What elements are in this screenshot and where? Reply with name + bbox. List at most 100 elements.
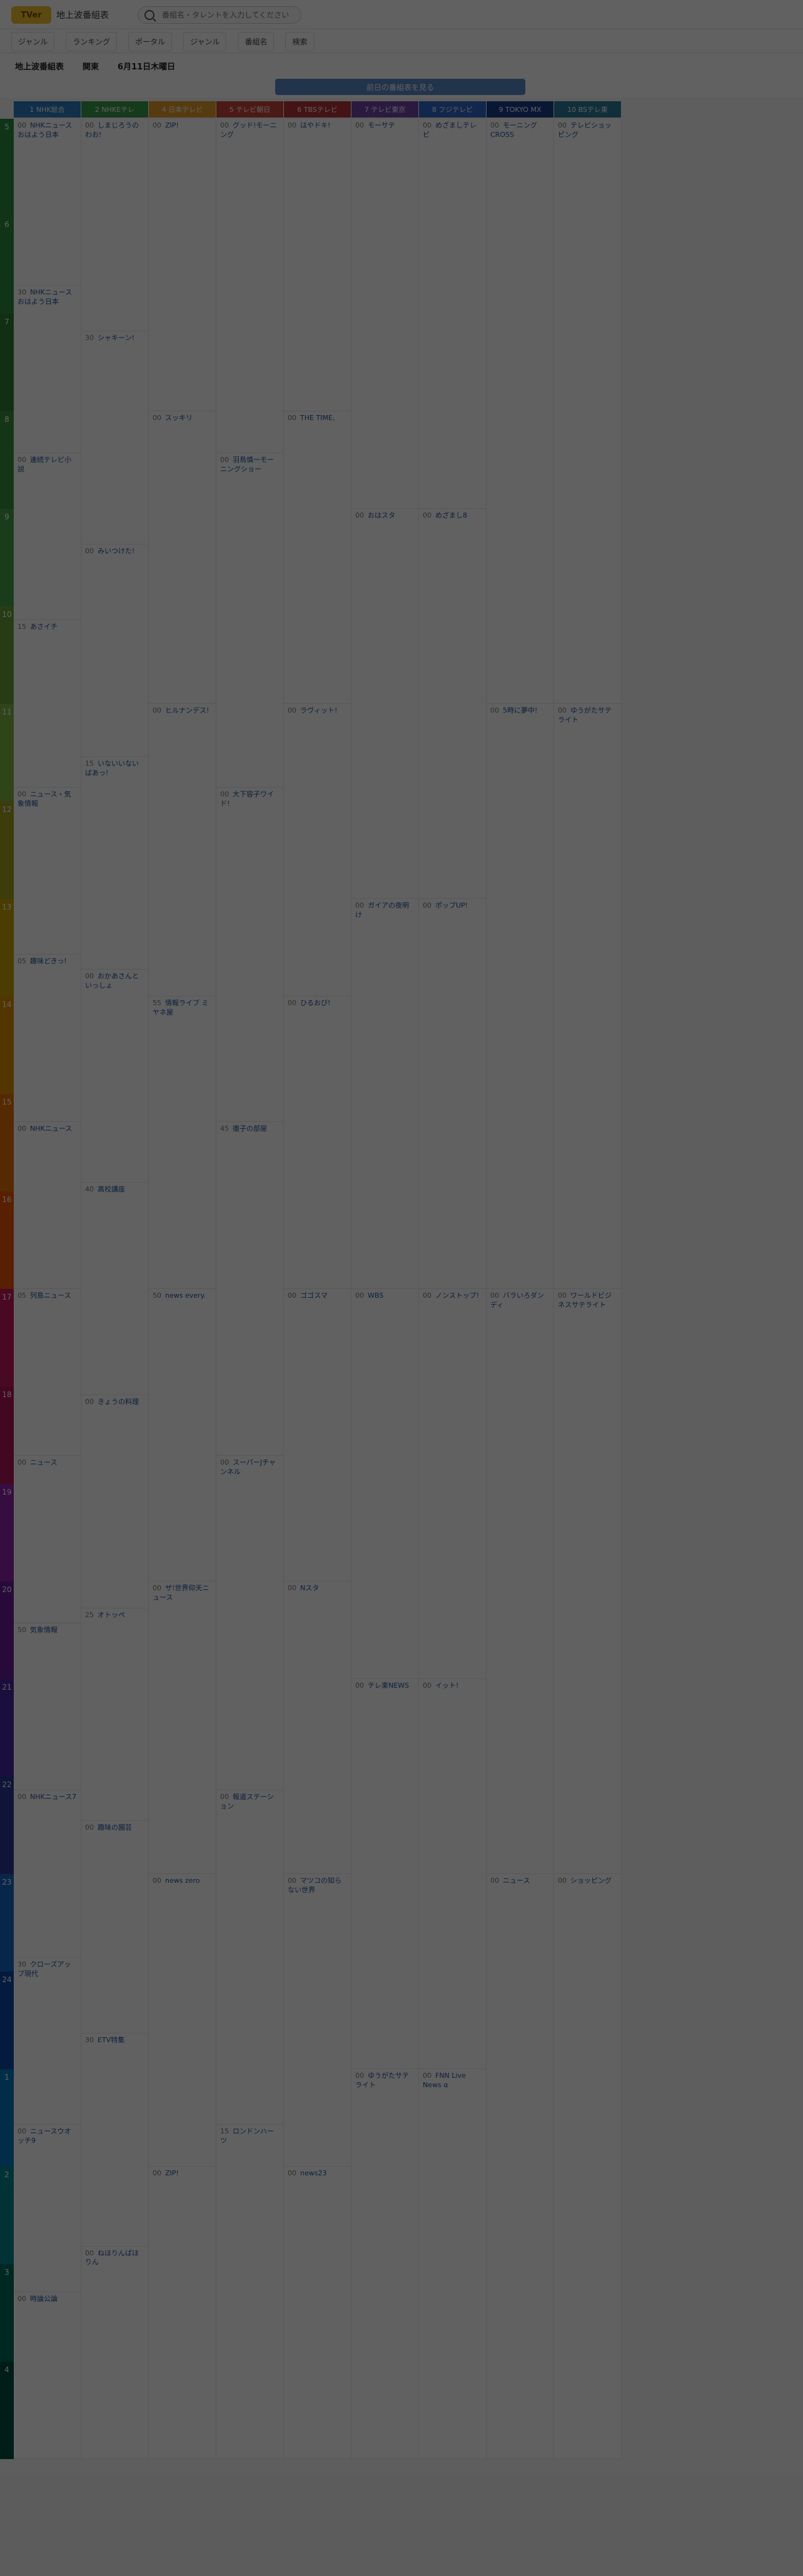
program-cell[interactable]: 00 ひるおび! <box>284 996 351 1289</box>
program-cell[interactable]: 00 ザ!世界仰天ニュース <box>149 1581 216 1874</box>
program-cell[interactable]: 00 WBS <box>351 1289 418 1679</box>
area-select[interactable]: 地上波番組表 <box>11 58 68 74</box>
program-cell[interactable]: 00 みいつけた! <box>81 544 148 758</box>
filter-2[interactable]: ポータル <box>128 31 173 51</box>
program-cell[interactable]: 00 ショッピング <box>554 1874 621 2459</box>
previous-day-button[interactable]: 前日の番組表を見る <box>275 79 525 95</box>
program-cell[interactable]: 00 羽鳥慎一モーニングショー <box>216 453 283 788</box>
program-minute: 00 <box>220 455 229 464</box>
program-cell[interactable]: 00 はやドキ! <box>284 119 351 411</box>
search-input[interactable] <box>161 10 301 20</box>
program-cell[interactable]: 05 趣味どきっ! <box>14 955 81 1122</box>
channel-header-2[interactable]: 4 日本テレビ <box>149 101 216 118</box>
program-cell[interactable]: 00 ニュース <box>487 1874 553 2459</box>
program-cell[interactable]: 00 ヒルナンデス! <box>149 704 216 996</box>
search-icon <box>144 10 154 20</box>
channel-header-4[interactable]: 6 TBSテレビ <box>284 101 351 118</box>
program-cell[interactable]: 00 趣味の園芸 <box>81 1821 148 2034</box>
program-cell[interactable]: 00 イット! <box>419 1679 486 2069</box>
program-cell[interactable]: 00 めざましテレビ <box>419 119 486 509</box>
program-cell[interactable]: 00 めざまし8 <box>419 509 486 899</box>
program-cell[interactable]: 00 マツコの知らない世界 <box>284 1874 351 2167</box>
program-minute: 00 <box>153 706 161 714</box>
program-title: ZIP! <box>165 121 179 129</box>
program-cell[interactable]: 00 連続テレビ小説 <box>14 453 81 621</box>
program-cell[interactable]: 00 スッキリ <box>149 411 216 704</box>
program-minute: 00 <box>490 1877 499 1885</box>
program-minute: 00 <box>288 1877 296 1885</box>
program-cell[interactable]: 00 THE TIME, <box>284 411 351 704</box>
program-cell[interactable]: 00 ゴゴスマ <box>284 1289 351 1581</box>
program-cell[interactable]: 00 ZIP! <box>149 119 216 411</box>
program-cell[interactable]: 45 徹子の部屋 <box>216 1122 283 1456</box>
program-cell[interactable]: 00 モーサテ <box>351 119 418 509</box>
channel-header-1[interactable]: 2 NHKEテレ <box>81 101 149 118</box>
program-cell[interactable]: 50 気象情報 <box>14 1623 81 1791</box>
program-cell[interactable]: 15 ロンドンハーツ <box>216 2125 283 2459</box>
channel-header-3[interactable]: 5 テレビ朝日 <box>216 101 284 118</box>
program-cell[interactable]: 15 あさイチ <box>14 620 81 788</box>
program-cell[interactable]: 00 ねほりんぱほりん <box>81 2247 148 2459</box>
program-cell[interactable]: 00 ニュース・気象情報 <box>14 788 81 955</box>
filter-3[interactable]: ジャンル <box>183 31 227 51</box>
program-cell[interactable]: 00 おかあさんといっしょ <box>81 970 148 1183</box>
program-title: NHKニュース <box>30 1124 73 1133</box>
program-cell[interactable]: 00 ノンストップ! <box>419 1289 486 1679</box>
program-cell[interactable]: 30 ETV特集 <box>81 2033 148 2247</box>
program-cell[interactable]: 50 news every. <box>149 1289 216 1581</box>
logo[interactable]: TVer <box>11 6 51 24</box>
program-cell[interactable]: 00 スーパーJチャンネル <box>216 1456 283 1791</box>
filter-1[interactable]: ランキング <box>66 31 118 51</box>
program-cell[interactable]: 00 ラヴィット! <box>284 704 351 996</box>
filter-4[interactable]: 番組名 <box>238 31 275 51</box>
program-cell[interactable]: 00 NHKニュース おはよう日本 <box>14 119 81 286</box>
program-title: Nスタ <box>300 1584 320 1592</box>
program-cell[interactable]: 30 クローズアップ現代 <box>14 1958 81 2125</box>
program-cell[interactable]: 00 バラいろダンディ <box>487 1289 553 1874</box>
program-cell[interactable]: 00 きょうの料理 <box>81 1395 148 1608</box>
program-cell[interactable]: 00 ニュース <box>14 1456 81 1623</box>
channel-header-5[interactable]: 7 テレビ東京 <box>351 101 419 118</box>
program-cell[interactable]: 00 グッド!モーニング <box>216 119 283 453</box>
day-select[interactable]: 6月11日木曜日 <box>114 58 179 74</box>
program-cell[interactable]: 55 情報ライブ ミヤネ屋 <box>149 996 216 1289</box>
program-cell[interactable]: 00 ガイアの夜明け <box>351 899 418 1289</box>
filter-5[interactable]: 検索 <box>285 31 315 51</box>
program-cell[interactable]: 30 シャキーン! <box>81 331 148 544</box>
program-cell[interactable]: 00 news23 <box>284 2167 351 2459</box>
program-cell[interactable]: 00 ゆうがたサテライト <box>351 2069 418 2459</box>
channel-header-7[interactable]: 9 TOKYO MX <box>487 101 554 118</box>
program-cell[interactable]: 00 テレ東NEWS <box>351 1679 418 2069</box>
program-minute: 30 <box>85 334 94 343</box>
region-select[interactable]: 関東 <box>79 58 103 74</box>
channel-header-8[interactable]: 10 BSテレ東 <box>554 101 622 118</box>
program-cell[interactable]: 00 報道ステーション <box>216 1790 283 2125</box>
program-cell[interactable]: 30 NHKニュース おはよう日本 <box>14 286 81 453</box>
program-cell[interactable]: 00 NHKニュース <box>14 1122 81 1289</box>
program-cell[interactable]: 00 ワールドビジネスサテライト <box>554 1289 621 1874</box>
program-cell[interactable]: 15 いないいないばあっ! <box>81 757 148 970</box>
program-cell[interactable]: 00 しまじろうのわお! <box>81 119 148 332</box>
channel-header-6[interactable]: 8 フジテレビ <box>419 101 487 118</box>
program-cell[interactable]: 00 ニュースウオッチ9 <box>14 2125 81 2292</box>
program-cell[interactable]: 00 ゆうがたサテライト <box>554 704 621 1289</box>
program-cell[interactable]: 00 FNN Live News α <box>419 2069 486 2459</box>
program-cell[interactable]: 00 ポップUP! <box>419 899 486 1289</box>
program-cell[interactable]: 00 ZIP! <box>149 2167 216 2459</box>
program-title: ポップUP! <box>435 901 468 910</box>
program-cell[interactable]: 00 5時に夢中! <box>487 704 553 1289</box>
program-cell[interactable]: 00 news zero <box>149 1874 216 2167</box>
program-cell[interactable]: 00 モーニングCROSS <box>487 119 553 704</box>
program-cell[interactable]: 25 オトッペ <box>81 1608 148 1821</box>
channel-header-0[interactable]: 1 NHK総合 <box>14 101 81 118</box>
filter-0[interactable]: ジャンル <box>11 31 55 51</box>
program-cell[interactable]: 00 時論公論 <box>14 2292 81 2459</box>
program-cell[interactable]: 00 おはスタ <box>351 509 418 899</box>
search-box[interactable] <box>138 6 301 24</box>
program-cell[interactable]: 40 高校講座 <box>81 1183 148 1396</box>
program-cell[interactable]: 00 大下容子ワイド! <box>216 788 283 1122</box>
program-cell[interactable]: 00 Nスタ <box>284 1581 351 1874</box>
program-cell[interactable]: 05 列島ニュース <box>14 1289 81 1456</box>
program-cell[interactable]: 00 NHKニュース7 <box>14 1790 81 1958</box>
program-cell[interactable]: 00 テレビショッピング <box>554 119 621 704</box>
